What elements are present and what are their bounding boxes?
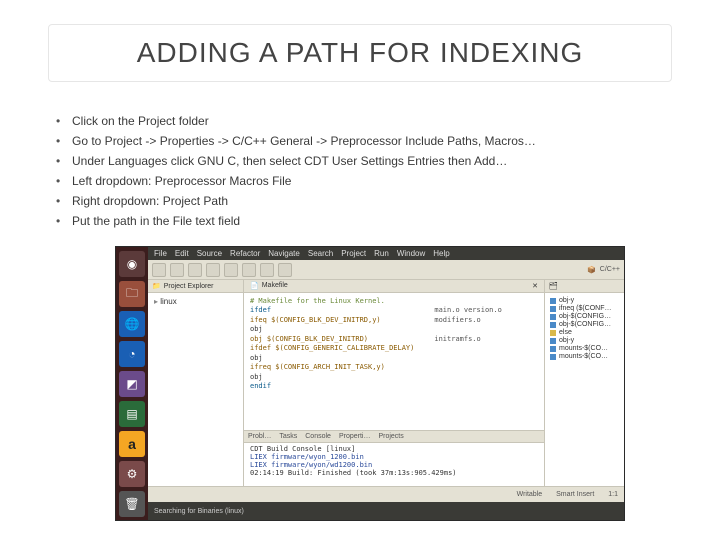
outline-item[interactable]: mounts-$(CO… [550, 345, 619, 352]
editor-line: obj $(CONFIG_BLK_DEV_INITRD) [250, 335, 414, 344]
editor-line: ifreq $(CONFIG_ARCH_INIT_TASK,y) [250, 363, 414, 372]
editor-line: initramfs.o [434, 335, 501, 344]
dash-icon[interactable]: ◉ [119, 251, 145, 277]
trash-icon[interactable]: 🗑 [119, 491, 145, 517]
editor-line: main.o version.o [434, 306, 501, 315]
editor-line: ifeq $(CONFIG_BLK_DEV_INITRD,y) [250, 316, 414, 325]
menu-run[interactable]: Run [374, 249, 389, 258]
menu-search[interactable]: Search [308, 249, 333, 258]
menu-window[interactable]: Window [397, 249, 425, 258]
menu-bar: File Edit Source Refactor Navigate Searc… [148, 247, 624, 260]
editor-tab[interactable]: 📄Makefile ✕ [244, 280, 544, 293]
toolbar-button[interactable] [260, 263, 274, 277]
toolbar-button[interactable] [206, 263, 220, 277]
tab-tasks[interactable]: Tasks [279, 433, 297, 440]
work-area: 📁Project Explorer linux 📄Makefile ✕ # Ma… [148, 280, 624, 486]
menu-navigate[interactable]: Navigate [268, 249, 300, 258]
bullet-item: Right dropdown: Project Path [56, 192, 672, 210]
app-icon[interactable]: ◩ [119, 371, 145, 397]
console-line: LIEX firmware/wyon_1200.bin [250, 453, 538, 461]
editor-body[interactable]: # Makefile for the Linux Kernel. ifdef i… [244, 293, 544, 430]
eclipse-status-bar: Writable Smart Insert 1:1 [148, 486, 624, 502]
toolbar-button[interactable] [278, 263, 292, 277]
editor-line: obj [250, 354, 414, 363]
menu-project[interactable]: Project [341, 249, 366, 258]
app-icon[interactable]: ▤ [119, 401, 145, 427]
outline-item[interactable]: mounts-$(CO… [550, 353, 619, 360]
status-pos: 1:1 [608, 491, 618, 498]
embedded-screenshot: ◉ 🗀 🌐 ◔ ◩ ▤ a ⚙ 🗑 File Edit Source Refac… [115, 246, 625, 521]
console-summary: 02:14:19 Build: Finished (took 37m:13s:9… [250, 469, 538, 477]
outline-item[interactable]: obj-$(CONFIG… [550, 321, 619, 328]
editor-line: # Makefile for the Linux Kernel. [250, 297, 414, 306]
settings-icon[interactable]: ⚙ [119, 461, 145, 487]
bullet-list: Click on the Project folder Go to Projec… [56, 112, 672, 230]
bullet-item: Click on the Project folder [56, 112, 672, 130]
bullet-item: Left dropdown: Preprocessor Macros File [56, 172, 672, 190]
menu-source[interactable]: Source [197, 249, 222, 258]
toolbar-button[interactable] [224, 263, 238, 277]
project-explorer-pane: 📁Project Explorer linux [148, 280, 244, 486]
toolbar-button[interactable] [188, 263, 202, 277]
project-tree[interactable]: linux [148, 293, 243, 310]
firefox-icon[interactable]: 🌐 [119, 311, 145, 337]
tab-console[interactable]: Console [305, 433, 331, 440]
editor-tab-label: Makefile [262, 282, 288, 290]
amazon-glyph: a [128, 436, 136, 452]
toolbar-button[interactable] [170, 263, 184, 277]
ubuntu-status-bar: Searching for Binaries (linux) [148, 502, 624, 520]
outline-item[interactable]: obj-y [550, 297, 619, 304]
bullet-item: Under Languages click GNU C, then select… [56, 152, 672, 170]
console-pane: Probl… Tasks Console Properti… Projects … [244, 430, 544, 486]
toolbar-button[interactable] [152, 263, 166, 277]
project-explorer-title: Project Explorer [164, 283, 214, 290]
project-node[interactable]: linux [154, 297, 237, 306]
menu-refactor[interactable]: Refactor [230, 249, 260, 258]
project-explorer-tab[interactable]: 📁Project Explorer [148, 280, 243, 293]
console-tabs: Probl… Tasks Console Properti… Projects [244, 431, 544, 443]
editor-line: obj [250, 373, 414, 382]
tab-projects[interactable]: Projects [378, 433, 403, 440]
eclipse-window: File Edit Source Refactor Navigate Searc… [148, 247, 624, 502]
editor-line: ifdef [250, 306, 414, 315]
editor-line: obj [250, 325, 414, 334]
outline-item[interactable]: obj-y [550, 337, 619, 344]
outline-tab[interactable]: 🗂 [545, 280, 624, 293]
console-line: LIEX firmware/wyon/wd1200.bin [250, 461, 538, 469]
bullet-item: Put the path in the File text field [56, 212, 672, 230]
outline-list: obj-y ifneq ($(CONF… obj-$(CONFIG… obj-$… [545, 293, 624, 365]
tab-properties[interactable]: Properti… [339, 433, 371, 440]
slide-title-box: ADDING A PATH FOR INDEXING [48, 24, 672, 82]
files-icon[interactable]: 🗀 [119, 281, 145, 307]
console-body[interactable]: CDT Build Console [linux] LIEX firmware/… [244, 443, 544, 486]
editor-pane: 📄Makefile ✕ # Makefile for the Linux Ker… [244, 280, 544, 486]
slide-title: ADDING A PATH FOR INDEXING [65, 37, 655, 69]
toolbar-button[interactable] [242, 263, 256, 277]
status-writable: Writable [517, 491, 543, 498]
eclipse-icon[interactable]: ◔ [119, 341, 145, 367]
toolbar: 📦C/C++ [148, 260, 624, 280]
perspective-label: C/C++ [600, 266, 620, 273]
outline-item[interactable]: obj-$(CONFIG… [550, 313, 619, 320]
outline-item[interactable]: else [550, 329, 619, 336]
ubuntu-status-text: Searching for Binaries (linux) [154, 508, 244, 515]
editor-line: ifdef $(CONFIG_GENERIC_CALIBRATE_DELAY) [250, 344, 414, 353]
ubuntu-launcher: ◉ 🗀 🌐 ◔ ◩ ▤ a ⚙ 🗑 [116, 247, 148, 520]
amazon-icon[interactable]: a [119, 431, 145, 457]
menu-file[interactable]: File [154, 249, 167, 258]
menu-edit[interactable]: Edit [175, 249, 189, 258]
menu-help[interactable]: Help [433, 249, 449, 258]
editor-line: endif [250, 382, 414, 391]
tab-problems[interactable]: Probl… [248, 433, 271, 440]
perspective-switcher[interactable]: 📦C/C++ [587, 266, 620, 274]
outline-item[interactable]: ifneq ($(CONF… [550, 305, 619, 312]
outline-pane: 🗂 obj-y ifneq ($(CONF… obj-$(CONFIG… obj… [544, 280, 624, 486]
editor-line: modifiers.o [434, 316, 501, 325]
console-title: CDT Build Console [linux] [250, 445, 538, 453]
bullet-item: Go to Project -> Properties -> C/C++ Gen… [56, 132, 672, 150]
status-insert: Smart Insert [556, 491, 594, 498]
